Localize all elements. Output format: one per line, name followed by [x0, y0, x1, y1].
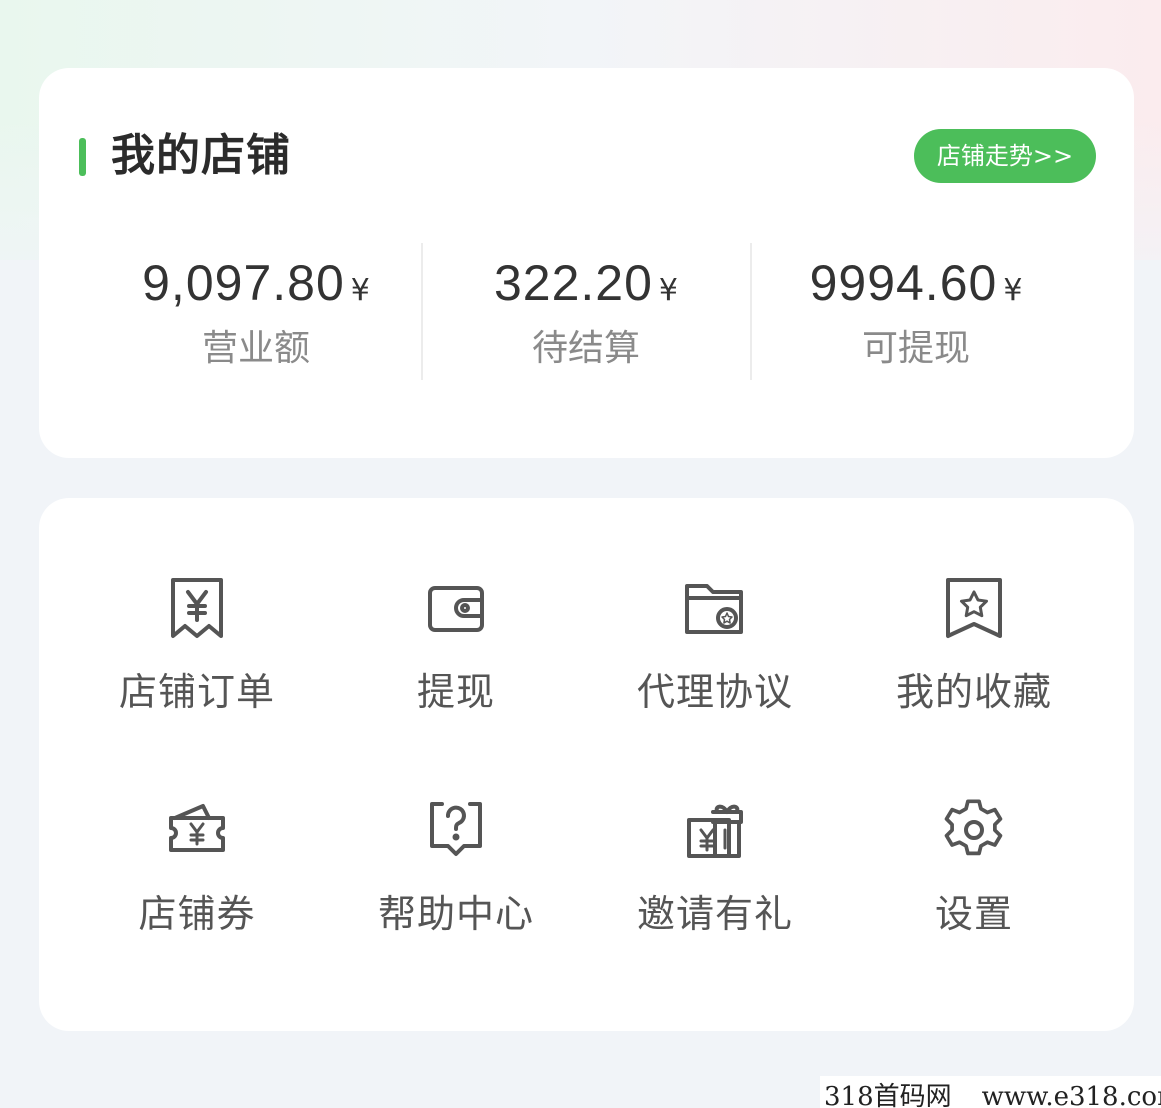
- title-accent-bar: [79, 138, 86, 176]
- watermark-url: www.e318.com: [981, 1082, 1161, 1108]
- stat-pending-currency: ¥: [658, 273, 679, 308]
- menu-label: 邀请有礼: [636, 892, 793, 936]
- menu-item-shop-orders[interactable]: 店铺订单: [67, 572, 327, 772]
- stat-revenue-currency: ¥: [350, 273, 370, 308]
- stat-revenue[interactable]: 9,097.80 ¥ 营业额: [91, 243, 421, 377]
- gear-icon: [938, 794, 1010, 866]
- menu-label: 提现: [416, 670, 495, 714]
- help-bubble-icon: [420, 794, 492, 866]
- menu-item-agency-agreement[interactable]: 代理协议: [585, 572, 845, 772]
- wallet-icon: [420, 572, 492, 644]
- watermark: 318首码网 www.e318.com: [820, 1076, 1161, 1108]
- stat-withdrawable-label: 可提现: [861, 328, 970, 369]
- stat-withdrawable-value: 9994.60: [809, 255, 998, 311]
- stat-pending-label: 待结算: [531, 328, 640, 369]
- stat-pending-value: 322.20: [493, 255, 653, 311]
- menu-item-settings[interactable]: 设置: [844, 794, 1104, 994]
- menu-label: 代理协议: [636, 670, 793, 714]
- receipt-yen-icon: [161, 572, 233, 644]
- menu-item-withdraw[interactable]: 提现: [326, 572, 586, 772]
- folder-badge-icon: [679, 572, 751, 644]
- stat-withdrawable-currency: ¥: [1003, 273, 1023, 308]
- shop-title: 我的店铺: [111, 130, 291, 181]
- stat-revenue-label: 营业额: [201, 328, 310, 369]
- menu-card: 店铺订单 提现 代理协议 我的收藏 店铺券 帮助中心 邀请有礼 设置: [39, 498, 1134, 1031]
- coupon-yen-icon: [161, 794, 233, 866]
- menu-item-shop-coupons[interactable]: 店铺券: [67, 794, 327, 994]
- watermark-site-name: 318首码网: [824, 1082, 952, 1108]
- gift-yen-icon: [679, 794, 751, 866]
- menu-label: 店铺券: [138, 892, 256, 936]
- menu-item-help-center[interactable]: 帮助中心: [326, 794, 586, 994]
- stat-withdrawable[interactable]: 9994.60 ¥ 可提现: [751, 243, 1081, 377]
- menu-label: 设置: [934, 892, 1013, 936]
- bookmark-star-icon: [938, 572, 1010, 644]
- menu-item-my-favorites[interactable]: 我的收藏: [844, 572, 1104, 772]
- menu-label: 店铺订单: [118, 670, 275, 714]
- my-shop-card: 我的店铺 店铺走势>> 9,097.80 ¥ 营业额 322.20 ¥ 待结算 99…: [39, 68, 1134, 458]
- menu-label: 帮助中心: [377, 892, 534, 936]
- menu-label: 我的收藏: [895, 670, 1052, 714]
- stat-revenue-value: 9,097.80: [142, 255, 345, 311]
- menu-item-invite-rewards[interactable]: 邀请有礼: [585, 794, 845, 994]
- stat-pending-settlement[interactable]: 322.20 ¥ 待结算: [421, 243, 751, 377]
- shop-trend-button[interactable]: 店铺走势>>: [914, 129, 1096, 183]
